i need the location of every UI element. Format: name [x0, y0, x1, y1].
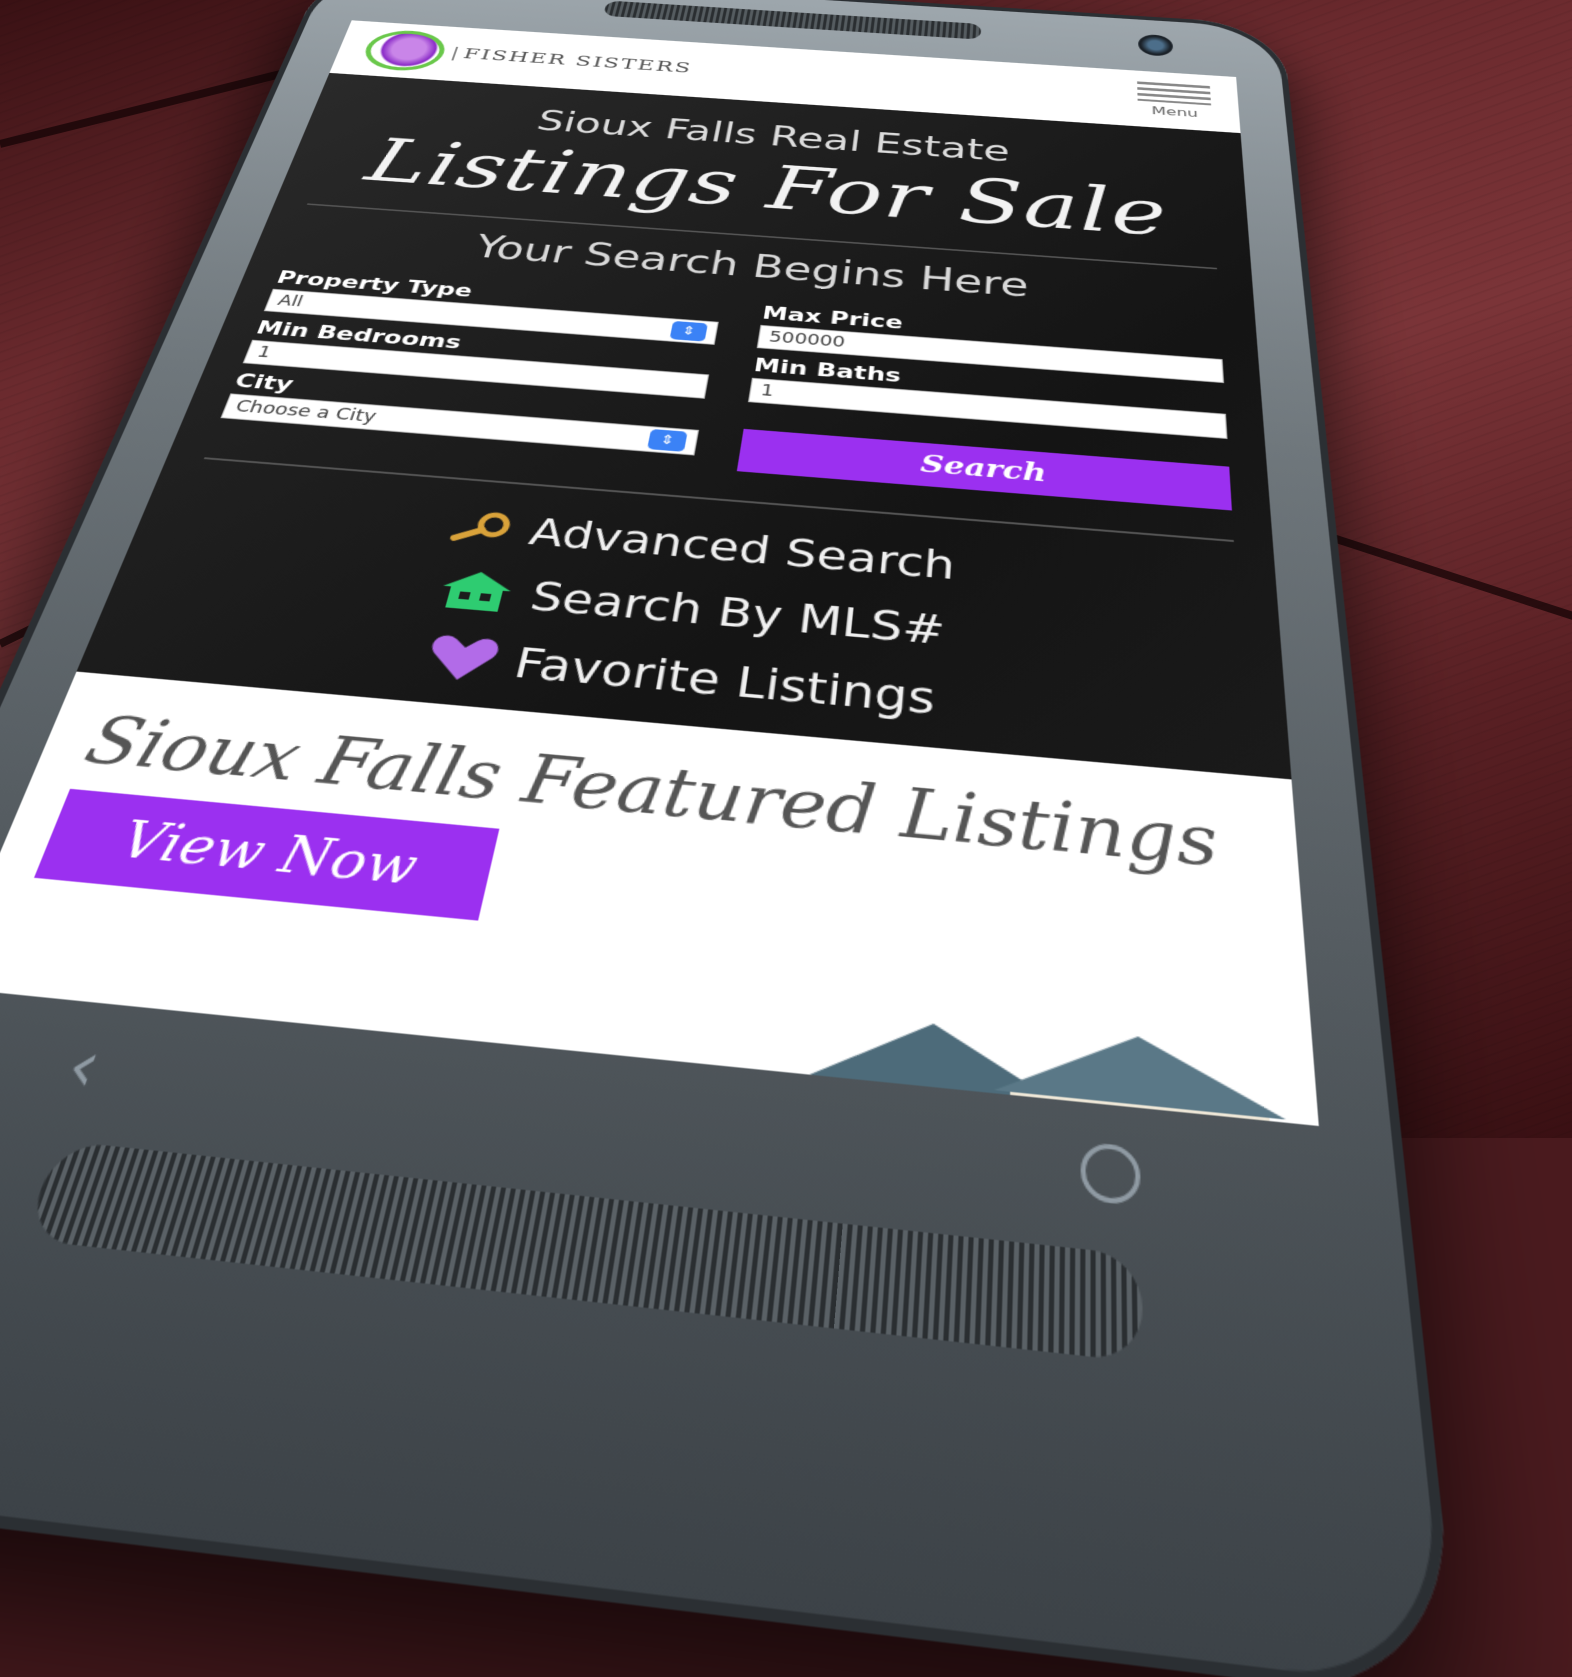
search-by-mls-label: Search By MLS# — [526, 573, 947, 655]
search-icon — [448, 508, 518, 547]
house-icon — [435, 567, 519, 615]
hero-search-panel: Sioux Falls Real Estate Listings For Sal… — [76, 73, 1291, 780]
house-photo — [738, 978, 1296, 1126]
speaker-grille — [23, 1140, 1143, 1362]
search-button[interactable]: Search — [737, 429, 1232, 511]
earpiece-grille — [603, 1, 981, 40]
max-price-value: 500000 — [767, 326, 846, 355]
front-camera — [1138, 34, 1173, 57]
logo-mark-icon — [358, 28, 451, 72]
favorite-listings-label: Favorite Listings — [510, 638, 937, 724]
select-arrow-icon: ⇕ — [647, 429, 688, 452]
heart-icon — [421, 630, 503, 685]
menu-button[interactable]: Menu — [1137, 81, 1212, 120]
phone-screen: FISHER SISTERS Menu Sioux Falls Real Est… — [0, 20, 1319, 1126]
select-arrow-icon: ⇕ — [670, 321, 708, 342]
hamburger-icon — [1137, 81, 1211, 105]
menu-label: Menu — [1151, 104, 1198, 120]
home-nav-icon[interactable] — [1081, 1141, 1141, 1206]
logo-text: FISHER SISTERS — [451, 47, 693, 76]
property-type-value: All — [274, 290, 307, 314]
min-baths-value: 1 — [759, 379, 776, 404]
smartphone: FISHER SISTERS Menu Sioux Falls Real Est… — [0, 0, 1462, 1677]
back-nav-icon[interactable]: ‹ — [55, 1024, 113, 1109]
phone-scene: FISHER SISTERS Menu Sioux Falls Real Est… — [0, 0, 1572, 1138]
min-bedrooms-value: 1 — [253, 341, 275, 365]
